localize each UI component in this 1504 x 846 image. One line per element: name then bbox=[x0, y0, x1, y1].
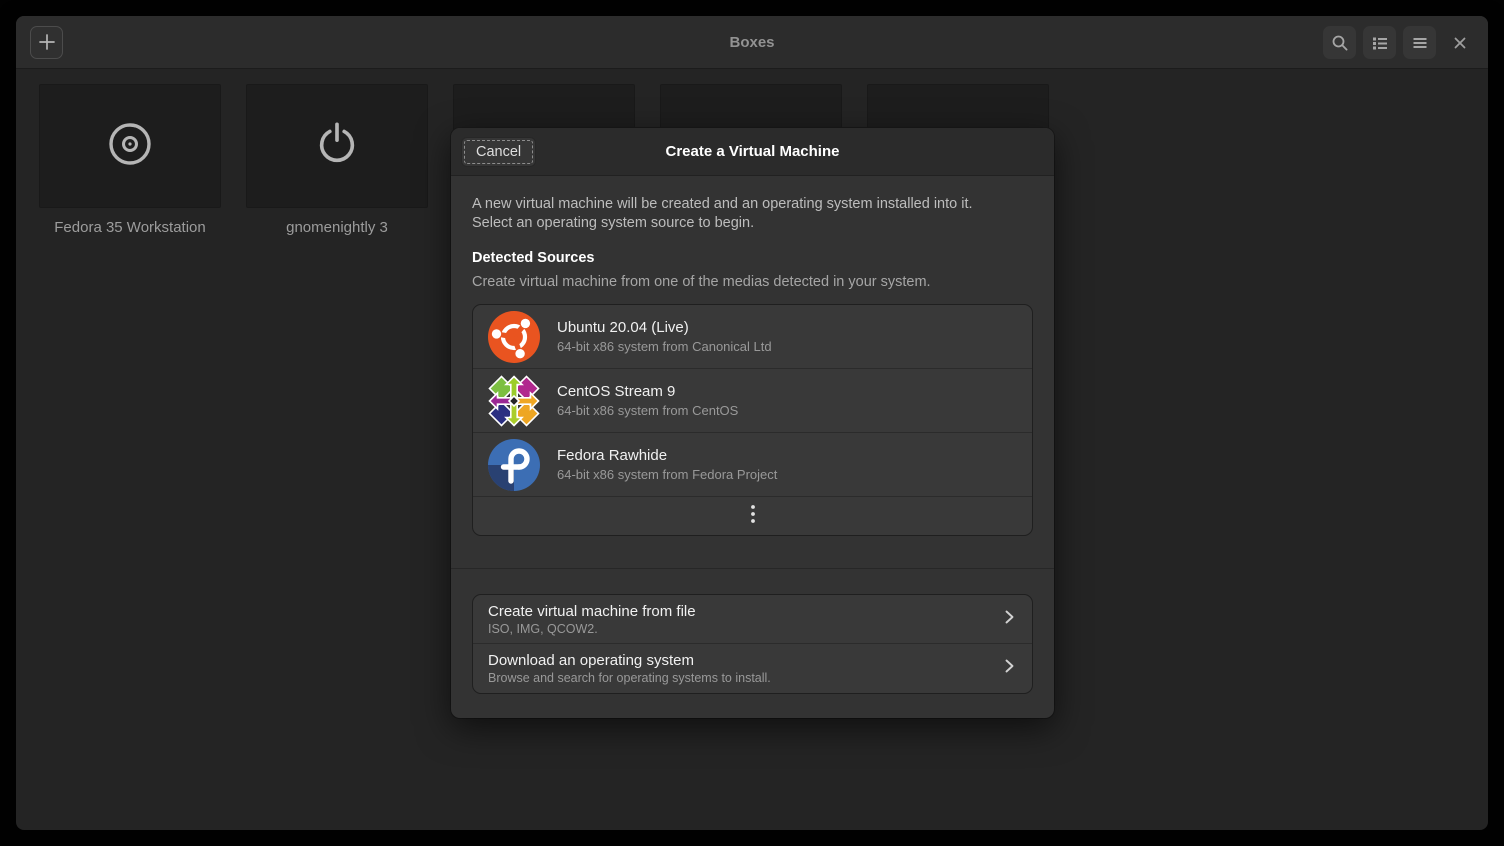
action-text: Download an operating system Browse and … bbox=[488, 652, 1001, 685]
intro-line-2: Select an operating system source to beg… bbox=[472, 214, 1033, 233]
action-text: Create virtual machine from file ISO, IM… bbox=[488, 603, 1001, 636]
vm-thumbnail[interactable] bbox=[39, 84, 221, 208]
source-name: Fedora Rawhide bbox=[557, 447, 777, 464]
source-text: Fedora Rawhide 64-bit x86 system from Fe… bbox=[557, 447, 777, 482]
detected-sources-heading: Detected Sources bbox=[472, 250, 1033, 266]
show-more-sources-row[interactable] bbox=[473, 497, 1032, 535]
vm-tile-fedora-35[interactable]: Fedora 35 Workstation bbox=[39, 84, 221, 236]
dialog-title: Create a Virtual Machine bbox=[451, 143, 1054, 160]
download-os-row[interactable]: Download an operating system Browse and … bbox=[473, 644, 1032, 693]
source-row-ubuntu[interactable]: Ubuntu 20.04 (Live) 64-bit x86 system fr… bbox=[473, 305, 1032, 369]
detected-sources-list: Ubuntu 20.04 (Live) 64-bit x86 system fr… bbox=[472, 304, 1033, 536]
centos-logo-icon bbox=[488, 375, 540, 427]
search-button[interactable] bbox=[1323, 26, 1356, 59]
source-row-centos[interactable]: CentOS Stream 9 64-bit x86 system from C… bbox=[473, 369, 1032, 433]
window-title: Boxes bbox=[16, 34, 1488, 51]
screenshot-root: Boxes bbox=[0, 0, 1504, 846]
fedora-logo-icon bbox=[488, 439, 540, 491]
search-icon bbox=[1331, 34, 1349, 52]
source-description: 64-bit x86 system from Canonical Ltd bbox=[557, 339, 772, 354]
boxes-window: Boxes bbox=[16, 16, 1488, 830]
list-view-button[interactable] bbox=[1363, 26, 1396, 59]
source-text: Ubuntu 20.04 (Live) 64-bit x86 system fr… bbox=[557, 319, 772, 354]
plus-icon bbox=[38, 33, 56, 51]
menu-button[interactable] bbox=[1403, 26, 1436, 59]
optical-disc-icon bbox=[106, 120, 154, 173]
headerbar-right-controls bbox=[1323, 26, 1476, 59]
dialog-header: Create a Virtual Machine Cancel bbox=[451, 128, 1054, 176]
close-icon bbox=[1452, 35, 1468, 51]
source-text: CentOS Stream 9 64-bit x86 system from C… bbox=[557, 383, 738, 418]
hamburger-menu-icon bbox=[1411, 34, 1429, 52]
create-from-file-row[interactable]: Create virtual machine from file ISO, IM… bbox=[473, 595, 1032, 644]
cancel-button[interactable]: Cancel bbox=[461, 137, 536, 167]
create-vm-dialog: Create a Virtual Machine Cancel A new vi… bbox=[451, 128, 1054, 718]
other-sources-list: Create virtual machine from file ISO, IM… bbox=[472, 594, 1033, 694]
source-name: CentOS Stream 9 bbox=[557, 383, 738, 400]
source-description: 64-bit x86 system from CentOS bbox=[557, 403, 738, 418]
source-row-fedora[interactable]: Fedora Rawhide 64-bit x86 system from Fe… bbox=[473, 433, 1032, 497]
source-description: 64-bit x86 system from Fedora Project bbox=[557, 467, 777, 482]
close-window-button[interactable] bbox=[1443, 26, 1476, 59]
new-vm-button[interactable] bbox=[30, 26, 63, 59]
vm-tile-label: gnomenightly 3 bbox=[246, 219, 428, 236]
dialog-body: A new virtual machine will be created an… bbox=[451, 176, 1054, 718]
intro-line-1: A new virtual machine will be created an… bbox=[472, 195, 1033, 214]
action-title: Download an operating system bbox=[488, 652, 1001, 669]
action-subtitle: Browse and search for operating systems … bbox=[488, 671, 1001, 685]
action-title: Create virtual machine from file bbox=[488, 603, 1001, 620]
ellipsis-vertical-icon bbox=[750, 504, 756, 529]
vm-tile-gnomenightly[interactable]: gnomenightly 3 bbox=[246, 84, 428, 236]
detected-sources-subheading: Create virtual machine from one of the m… bbox=[472, 274, 1033, 290]
headerbar: Boxes bbox=[16, 16, 1488, 69]
vm-tile-label: Fedora 35 Workstation bbox=[39, 219, 221, 236]
chevron-right-icon bbox=[1001, 658, 1017, 679]
dialog-intro: A new virtual machine will be created an… bbox=[472, 195, 1033, 232]
ubuntu-logo-icon bbox=[488, 311, 540, 363]
source-name: Ubuntu 20.04 (Live) bbox=[557, 319, 772, 336]
chevron-right-icon bbox=[1001, 609, 1017, 630]
list-view-icon bbox=[1371, 34, 1389, 52]
dialog-section-divider bbox=[451, 568, 1054, 569]
vm-thumbnail[interactable] bbox=[246, 84, 428, 208]
power-icon bbox=[314, 121, 360, 172]
action-subtitle: ISO, IMG, QCOW2. bbox=[488, 622, 1001, 636]
